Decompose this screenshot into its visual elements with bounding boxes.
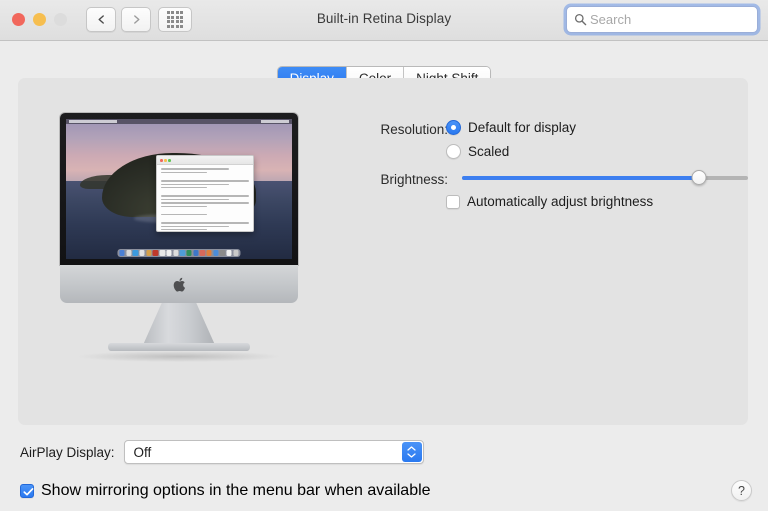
apple-logo-icon: [173, 277, 186, 292]
resolution-option-default[interactable]: Default for display: [446, 120, 576, 135]
display-settings-panel: Resolution: Default for display Scaled B…: [18, 78, 748, 425]
radio-default-for-display[interactable]: [446, 120, 461, 135]
auto-brightness-row[interactable]: Automatically adjust brightness: [446, 194, 653, 209]
brightness-slider-knob[interactable]: [692, 170, 707, 185]
resolution-option-default-label: Default for display: [468, 120, 576, 135]
mirroring-options-row[interactable]: Show mirroring options in the menu bar w…: [20, 482, 431, 500]
search-icon: [574, 13, 587, 26]
preview-document-text: [157, 165, 252, 232]
imac-stand-base: [108, 343, 250, 351]
auto-brightness-label: Automatically adjust brightness: [467, 194, 653, 209]
brightness-slider-fill: [462, 176, 699, 180]
radio-scaled[interactable]: [446, 144, 461, 159]
title-bar: Built-in Retina Display Search: [0, 0, 768, 41]
auto-brightness-checkbox[interactable]: [446, 195, 460, 209]
airplay-display-row: AirPlay Display: Off: [20, 440, 424, 464]
brightness-label: Brightness:: [298, 172, 448, 187]
resolution-option-scaled[interactable]: Scaled: [446, 144, 509, 159]
preview-dock: [117, 249, 240, 257]
imac-bezel: [60, 113, 298, 265]
preview-document-window: [156, 155, 253, 232]
preview-document-titlebar: [157, 156, 252, 165]
imac-stand-neck: [143, 303, 215, 345]
resolution-option-scaled-label: Scaled: [468, 144, 509, 159]
imac-shadow: [79, 351, 279, 362]
help-button[interactable]: ?: [731, 480, 752, 501]
brightness-slider[interactable]: [462, 171, 748, 185]
mirroring-options-label: Show mirroring options in the menu bar w…: [41, 482, 431, 500]
preview-menu-bar: [66, 119, 292, 124]
chevron-up-down-icon[interactable]: [402, 442, 422, 462]
airplay-display-value: Off: [134, 445, 152, 460]
system-preferences-window: Built-in Retina Display Search Display C…: [0, 0, 768, 511]
airplay-display-select[interactable]: Off: [124, 440, 424, 464]
imac-chin: [60, 265, 298, 303]
resolution-label: Resolution:: [298, 122, 448, 137]
search-placeholder: Search: [590, 12, 631, 27]
imac-screen: [66, 119, 292, 259]
mirroring-options-checkbox[interactable]: [20, 484, 34, 498]
search-field[interactable]: Search: [566, 6, 758, 33]
display-preview-imac: [48, 113, 310, 378]
airplay-display-label: AirPlay Display:: [20, 445, 115, 460]
